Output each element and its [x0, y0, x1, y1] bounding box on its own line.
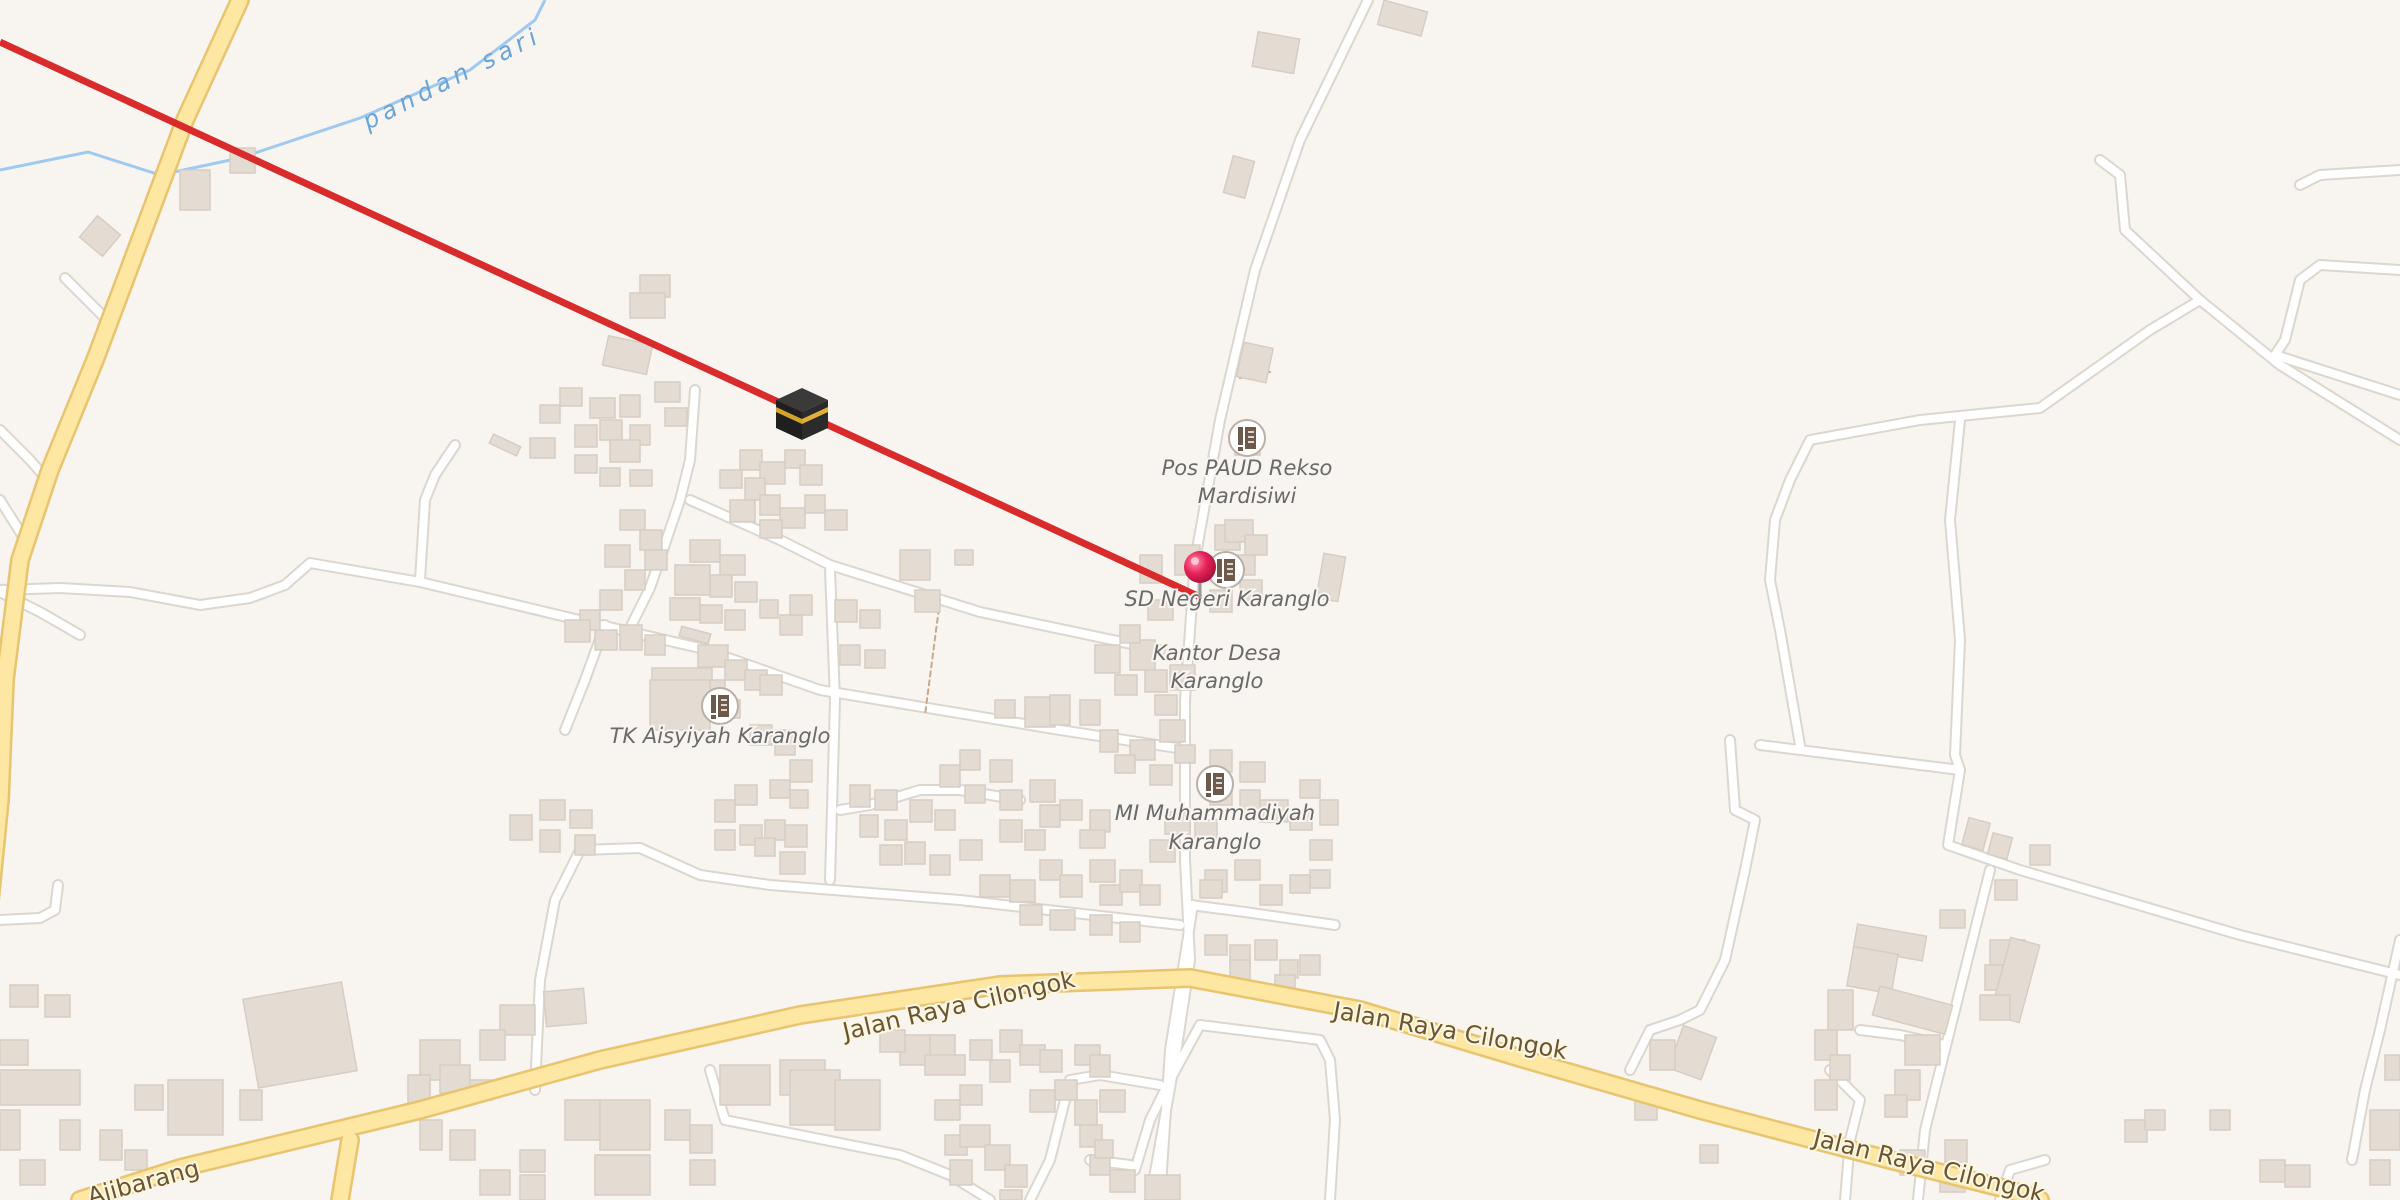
poi-label-kantor-desa-line2[interactable]: Karanglo: [1169, 667, 1266, 695]
school-icon[interactable]: [1196, 765, 1234, 803]
map-canvas[interactable]: Jalan Raya Cilongok Jalan Raya Cilongok …: [0, 0, 2400, 1200]
poi-label-mi-muhammadiyah-line2[interactable]: Karanglo: [1167, 828, 1264, 856]
poi-label-tk-aisyiyah-karanglo[interactable]: TK Aisyiyah Karanglo: [608, 722, 833, 750]
poi-label-kantor-desa-line1[interactable]: Kantor Desa: [1151, 639, 1284, 667]
poi-label-pos-paud-line1[interactable]: Pos PAUD Rekso: [1160, 454, 1335, 482]
poi-label-sd-negeri-karanglo[interactable]: SD Negeri Karanglo: [1123, 585, 1332, 613]
school-icon[interactable]: [1228, 419, 1266, 457]
poi-label-pos-paud-line2[interactable]: Mardisiwi: [1196, 482, 1299, 510]
school-icon[interactable]: [701, 687, 739, 725]
poi-label-mi-muhammadiyah-line1[interactable]: MI Muhammadiyah: [1113, 799, 1317, 827]
